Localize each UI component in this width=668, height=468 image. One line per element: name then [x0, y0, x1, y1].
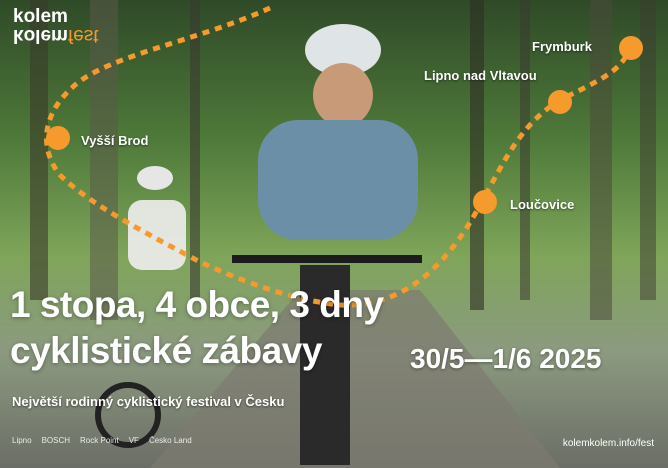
place-loucovice: Loučovice — [510, 197, 575, 212]
place-frymburk: Frymburk — [532, 39, 592, 54]
festival-poster: kolem kolemfest Frymburk Lipno nad Vltav… — [0, 0, 668, 468]
logo-line1: kolem — [13, 6, 68, 27]
headline-line1: 1 stopa, 4 obce, 3 dny — [10, 284, 384, 325]
marker-loucovice — [473, 190, 497, 214]
marker-lipno — [548, 90, 572, 114]
marker-vyssi-brod — [46, 126, 70, 150]
sponsor-logos: Lipno BOSCH Rock Point VF Česko Land — [12, 436, 192, 445]
headline: 1 stopa, 4 obce, 3 dny cyklistické zábav… — [10, 282, 384, 374]
place-lipno: Lipno nad Vltavou — [424, 68, 537, 83]
sponsor-logo: BOSCH — [41, 436, 71, 445]
kolemkolem-fest-logo: kolem kolemfest — [13, 6, 99, 46]
logo-line2: kolemfest — [13, 25, 99, 46]
sponsor-logo: VF — [128, 436, 139, 445]
sponsor-logo: Rock Point — [80, 436, 119, 445]
festival-dates: 30/5—1/6 2025 — [410, 343, 602, 374]
sponsor-logo: Česko Land — [148, 436, 192, 445]
marker-frymburk — [619, 36, 643, 60]
headline-line2: cyklistické zábavy — [10, 330, 322, 371]
website-url: kolemkolem.info/fest — [562, 438, 654, 449]
place-vyssi-brod: Vyšší Brod — [81, 133, 149, 148]
sponsor-logo: Lipno — [12, 436, 32, 445]
subtitle: Největší rodinný cyklistický festival v … — [12, 394, 285, 409]
